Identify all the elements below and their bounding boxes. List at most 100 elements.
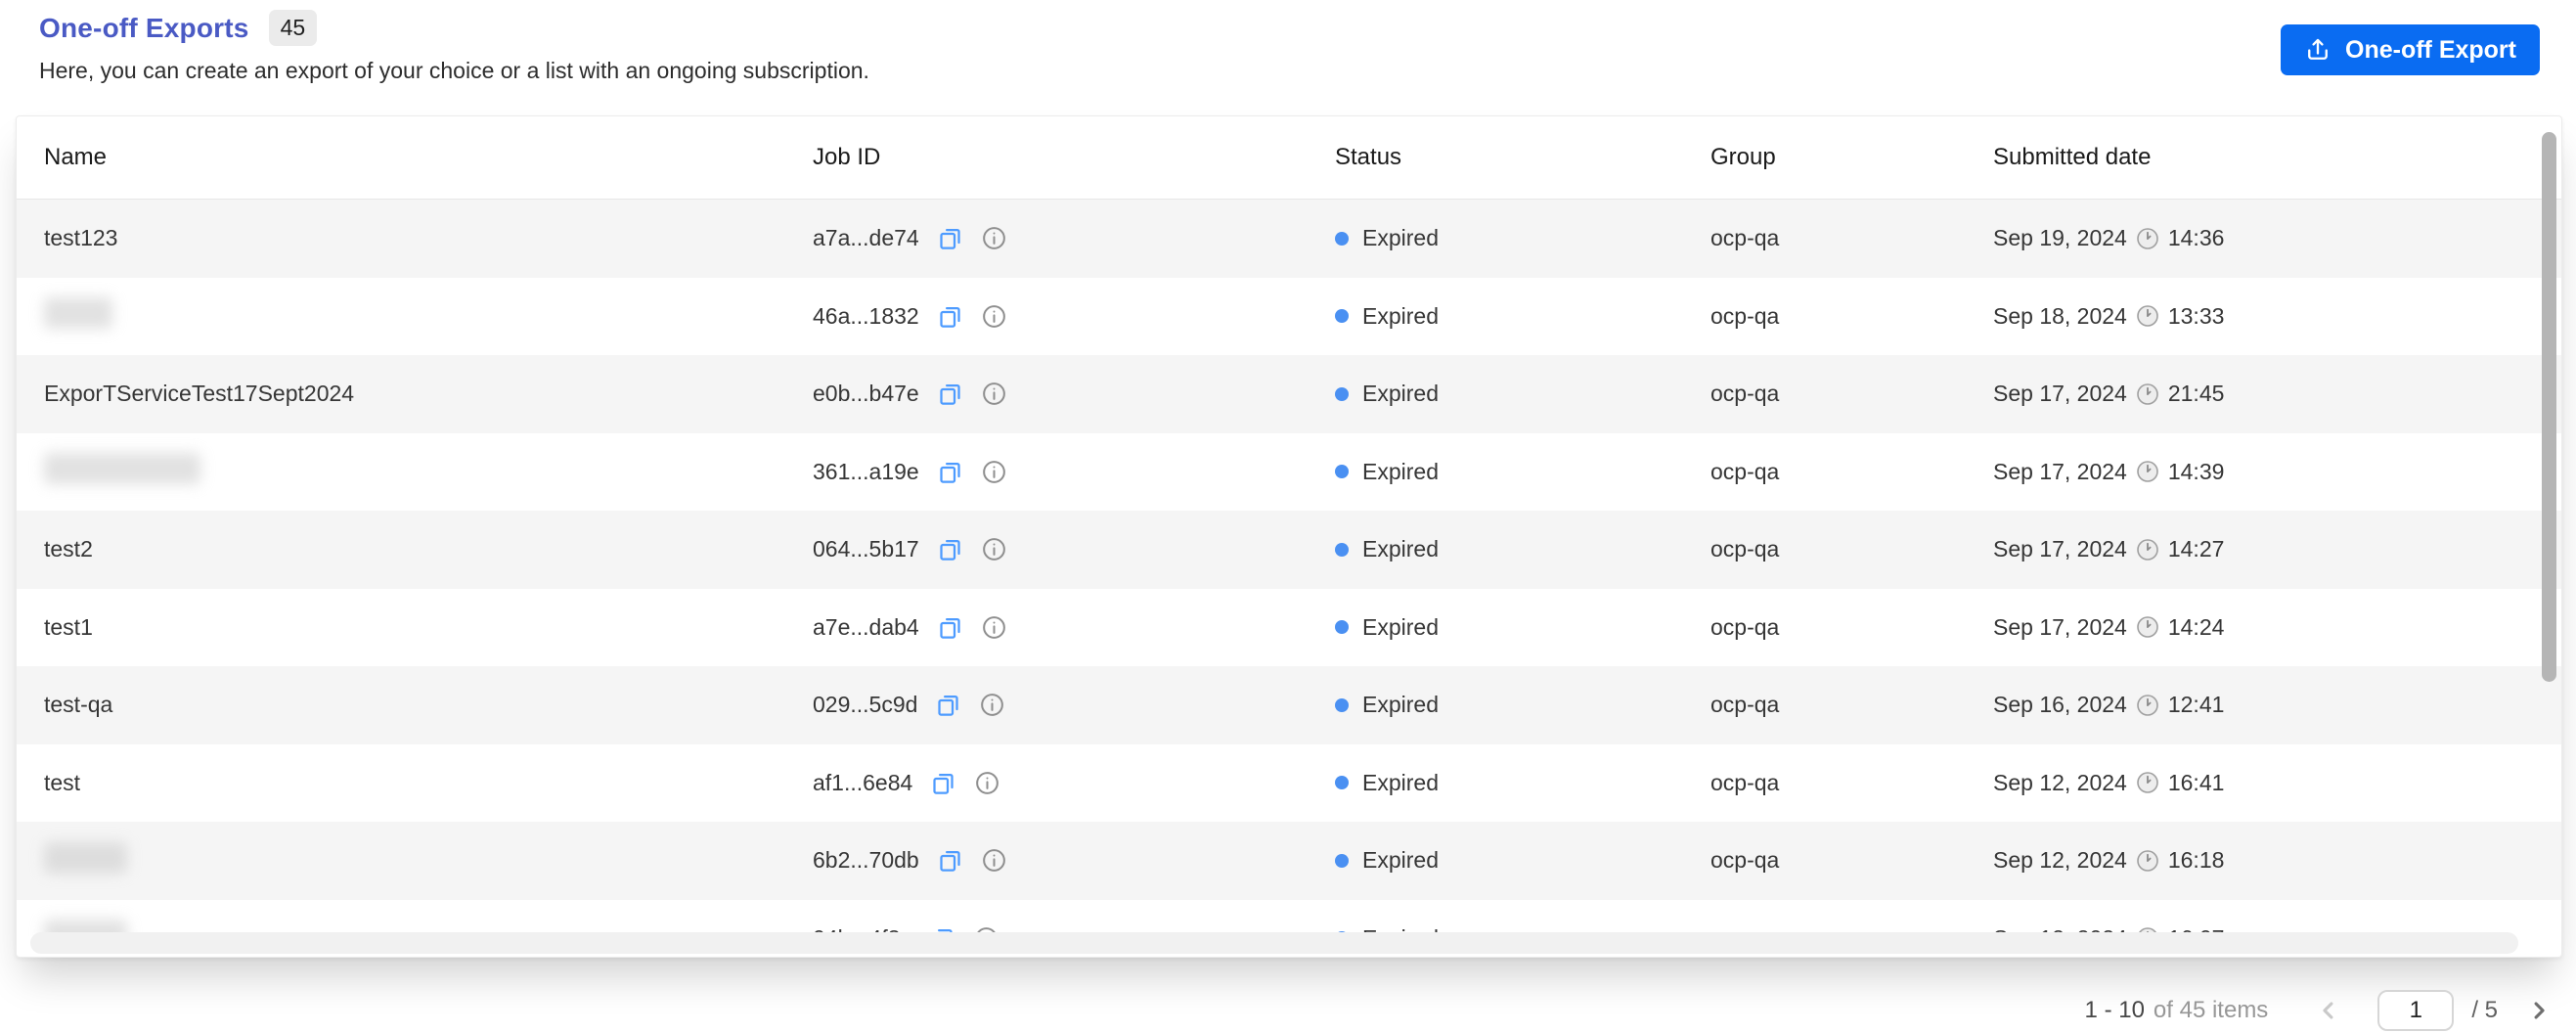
cell-name: test2 [44,536,93,562]
info-icon[interactable] [974,770,1000,796]
page-number-input[interactable] [2377,990,2455,1031]
time-text: 16:41 [2167,769,2225,795]
clock-icon [2136,460,2159,483]
info-icon[interactable] [981,381,1007,407]
cell-status: Expired [1335,381,1710,407]
cell-group: ocp-qa [1710,381,1780,407]
copy-icon[interactable] [937,614,963,641]
info-icon[interactable] [981,536,1007,562]
info-icon[interactable] [981,225,1007,251]
cell-group: ocp-qa [1710,225,1780,251]
copy-icon[interactable] [937,459,963,485]
date-text: Sep 17, 2024 [1993,458,2127,484]
cell-submitted-date: Sep 17, 2024 21:45 [1993,381,2561,407]
table-row: test123 a7a...de74 Expired ocp-qa Sep 19… [17,200,2561,278]
one-off-export-button[interactable]: One-off Export [2281,24,2540,75]
time-text: 16:18 [2167,847,2225,874]
export-upload-icon [2304,36,2332,64]
table-row: test-qa 029...5c9d Expired ocp-qa Sep 16… [17,666,2561,744]
date-text: Sep 17, 2024 [1993,613,2127,640]
copy-icon[interactable] [937,847,963,874]
count-badge: 45 [268,10,318,46]
vertical-scrollbar[interactable] [2542,132,2556,682]
clock-icon [2136,849,2159,873]
table-row: test1 a7e...dab4 Expired ocp-qa Sep 17, … [17,589,2561,667]
clock-icon [2136,771,2159,794]
cell-name [44,841,813,879]
status-label: Expired [1362,381,1439,407]
cell-status: Expired [1335,303,1710,330]
copy-icon[interactable] [937,303,963,330]
time-text: 14:39 [2167,458,2225,484]
cell-status: Expired [1335,459,1710,485]
cell-group: ocp-qa [1710,769,1780,795]
status-dot [1335,853,1349,868]
status-label: Expired [1362,692,1439,718]
job-id-text: e0b...b47e [813,381,919,407]
status-label: Expired [1362,769,1439,795]
status-dot [1335,231,1349,246]
job-id-text: 361...a19e [813,458,919,484]
copy-icon[interactable] [937,381,963,407]
cell-name [44,453,813,490]
copy-icon[interactable] [930,770,956,796]
chevron-left-icon[interactable] [2315,997,2342,1024]
table-row: test af1...6e84 Expired ocp-qa Sep 12, 2… [17,744,2561,823]
cell-job-id: 029...5c9d [813,692,1335,718]
cell-status: Expired [1335,692,1710,718]
page-title: One-off Exports [39,12,249,43]
job-id-text: 6b2...70db [813,847,919,874]
cell-group: ocp-qa [1710,458,1780,484]
time-text: 21:45 [2167,381,2225,407]
cell-submitted-date: Sep 17, 2024 14:24 [1993,614,2561,641]
copy-icon[interactable] [937,536,963,562]
status-dot [1335,776,1349,790]
clock-icon [2136,615,2159,639]
info-icon[interactable] [981,459,1007,485]
job-id-text: af1...6e84 [813,769,913,795]
cell-name [44,297,813,335]
cell-submitted-date: Sep 12, 2024 16:41 [1993,770,2561,796]
column-header-submitted-date: Submitted date [1993,144,2152,170]
date-text: Sep 17, 2024 [1993,381,2127,407]
copy-icon[interactable] [935,692,961,718]
info-icon[interactable] [981,614,1007,641]
time-text: 13:33 [2167,302,2225,329]
redacted-name-blur [44,841,127,874]
column-header-group: Group [1710,144,1776,170]
page-subtitle: Here, you can create an export of your c… [39,58,869,83]
status-dot [1335,386,1349,401]
horizontal-scrollbar[interactable] [30,932,2518,954]
pagination-range: 1 - 10 [2084,997,2145,1023]
cell-submitted-date: Sep 12, 2024 16:18 [1993,847,2561,874]
date-text: Sep 16, 2024 [1993,692,2127,718]
table-row: 46a...1832 Expired ocp-qa Sep 18, 2024 1… [17,278,2561,356]
cell-job-id: 064...5b17 [813,536,1335,562]
status-label: Expired [1362,847,1439,874]
cell-job-id: 46a...1832 [813,303,1335,330]
cell-group: ocp-qa [1710,847,1780,874]
cell-job-id: af1...6e84 [813,770,1335,796]
info-icon[interactable] [979,692,1005,718]
cell-submitted-date: Sep 16, 2024 12:41 [1993,692,2561,718]
column-header-job-id: Job ID [813,144,881,170]
clock-icon [2136,382,2159,406]
cell-job-id: 361...a19e [813,459,1335,485]
cell-job-id: a7e...dab4 [813,614,1335,641]
cell-job-id: a7a...de74 [813,225,1335,251]
chevron-right-icon[interactable] [2525,997,2553,1024]
pagination-bar: 1 - 10 of 45 items / 5 [2085,988,2553,1033]
job-id-text: a7e...dab4 [813,613,919,640]
time-text: 14:36 [2167,225,2225,251]
info-icon[interactable] [981,847,1007,874]
cell-submitted-date: Sep 19, 2024 14:36 [1993,225,2561,251]
job-id-text: 064...5b17 [813,536,919,562]
clock-icon [2136,538,2159,561]
cell-group: ocp-qa [1710,536,1780,562]
column-header-status: Status [1335,144,1402,170]
info-icon[interactable] [981,303,1007,330]
cell-submitted-date: Sep 17, 2024 14:27 [1993,536,2561,562]
copy-icon[interactable] [937,225,963,251]
cell-job-id: e0b...b47e [813,381,1335,407]
status-label: Expired [1362,458,1439,484]
